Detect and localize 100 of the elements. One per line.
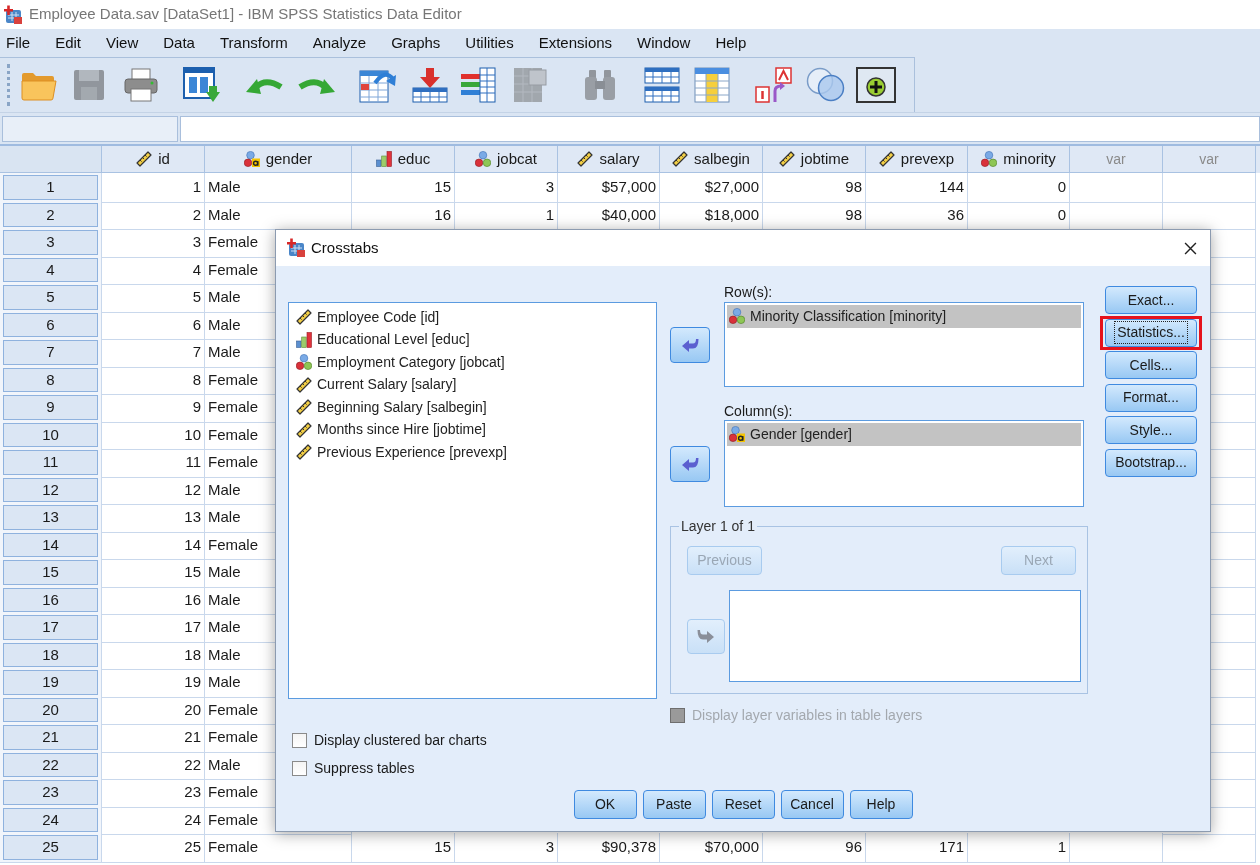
- menu-item[interactable]: Window: [631, 31, 697, 55]
- checkbox[interactable]: [292, 732, 307, 748]
- menu-item[interactable]: Extensions: [532, 31, 619, 55]
- menu-item[interactable]: View: [100, 31, 145, 55]
- dialog-button[interactable]: Statistics...: [1105, 318, 1197, 347]
- dialog-button[interactable]: Reset: [711, 790, 775, 819]
- close-icon[interactable]: [1184, 241, 1197, 255]
- cell-value-field[interactable]: [180, 115, 1260, 142]
- table-cell: Female: [205, 833, 352, 863]
- row-header[interactable]: 1: [3, 175, 98, 200]
- row-header[interactable]: 18: [3, 642, 98, 667]
- table-cell: 3: [102, 228, 205, 258]
- row-header[interactable]: 25: [3, 835, 98, 860]
- move-button[interactable]: [670, 326, 710, 363]
- dialog-button[interactable]: Cancel: [780, 790, 844, 819]
- row-header[interactable]: 7: [3, 340, 98, 365]
- menu-item[interactable]: Data: [157, 31, 201, 55]
- row-header[interactable]: 16: [3, 587, 98, 612]
- table-cell: 9: [102, 393, 205, 423]
- table-cell: 5: [102, 283, 205, 313]
- row-header[interactable]: 12: [3, 477, 98, 502]
- table-cell: 24: [102, 805, 205, 835]
- ruler-icon: [136, 151, 153, 167]
- table-cell: 18: [102, 640, 205, 670]
- menu-item[interactable]: Graphs: [385, 31, 447, 55]
- dialog-button[interactable]: Style...: [1105, 416, 1197, 445]
- table-columns-icon[interactable]: [694, 67, 730, 103]
- circles-icon: [981, 151, 998, 167]
- row-header[interactable]: 11: [3, 450, 98, 475]
- dialog-button[interactable]: Exact...: [1105, 286, 1197, 314]
- row-header[interactable]: 14: [3, 532, 98, 557]
- table-cell: $70,000: [660, 833, 763, 863]
- table-cell: 3: [455, 173, 558, 203]
- dialog-button[interactable]: Format...: [1105, 383, 1197, 412]
- table-arrow-icon[interactable]: [359, 67, 397, 103]
- table-cell: 15: [352, 173, 455, 203]
- menu-item[interactable]: File: [0, 31, 37, 55]
- row-header[interactable]: 17: [3, 615, 98, 640]
- table-cell: 3: [455, 833, 558, 863]
- row-header[interactable]: 13: [3, 505, 98, 530]
- row-header[interactable]: 9: [3, 395, 98, 420]
- table-cell: 7: [102, 338, 205, 368]
- dialog-button[interactable]: OK: [573, 790, 637, 819]
- table-rows-icon[interactable]: [644, 67, 680, 103]
- row-header[interactable]: 2: [3, 202, 98, 227]
- split-boxes-icon[interactable]: [754, 67, 794, 103]
- column-name: minority: [1003, 148, 1056, 169]
- dialog-button[interactable]: Paste: [642, 790, 706, 819]
- variable-item[interactable]: Gender [gender]: [727, 423, 1081, 446]
- group-label: Layer 1 of 1: [680, 518, 756, 534]
- row-header[interactable]: 5: [3, 285, 98, 310]
- table-cell: 13: [102, 503, 205, 533]
- row-header[interactable]: 4: [3, 257, 98, 282]
- ruler-icon: [672, 151, 689, 167]
- row-header[interactable]: 8: [3, 367, 98, 392]
- row-header[interactable]: 22: [3, 752, 98, 777]
- table-cell: Male: [205, 173, 352, 203]
- toolbar-grip[interactable]: [7, 64, 10, 106]
- row-header[interactable]: 6: [3, 312, 98, 337]
- table-cell: 6: [102, 310, 205, 340]
- checkbox-label: Display layer variables in table layers: [692, 705, 923, 725]
- table-cell: 22: [102, 750, 205, 780]
- menu-item[interactable]: Utilities: [459, 31, 520, 55]
- table-cell: 2: [102, 200, 205, 230]
- column-name: var: [1199, 149, 1219, 169]
- checkbox[interactable]: [292, 760, 307, 776]
- table-cell: 25: [102, 833, 205, 863]
- row-header[interactable]: 19: [3, 670, 98, 695]
- row-header[interactable]: 21: [3, 725, 98, 750]
- row-header[interactable]: 3: [3, 230, 98, 255]
- left-arrow-icon: [681, 456, 699, 471]
- ruler-icon: [778, 151, 795, 167]
- menu-item[interactable]: Analyze: [306, 31, 373, 55]
- row-header[interactable]: 23: [3, 780, 98, 805]
- table-cell: 12: [102, 475, 205, 505]
- row-header[interactable]: 24: [3, 807, 98, 832]
- cell-name-field[interactable]: [2, 115, 178, 142]
- dialog-button[interactable]: Bootstrap...: [1105, 448, 1197, 477]
- row-header[interactable]: 10: [3, 422, 98, 447]
- table-cell: $90,378: [558, 833, 660, 863]
- menu-item[interactable]: Transform: [213, 31, 294, 55]
- table-cell: 171: [866, 833, 968, 863]
- printer-icon[interactable]: [123, 68, 159, 102]
- overlapping-circles-icon[interactable]: [806, 67, 846, 103]
- dialog-button[interactable]: Cells...: [1105, 351, 1197, 380]
- row-header[interactable]: 15: [3, 560, 98, 585]
- move-button[interactable]: [670, 445, 710, 482]
- menu-item[interactable]: Edit: [49, 31, 88, 55]
- dialog-window-icon[interactable]: [183, 67, 221, 103]
- dialog-button[interactable]: Help: [849, 790, 913, 819]
- down-arrow-table-icon[interactable]: [412, 67, 448, 103]
- bar-chart-icon: [296, 331, 312, 348]
- menu-item[interactable]: Help: [709, 31, 753, 55]
- ruler-icon: [878, 151, 895, 167]
- row-header[interactable]: 20: [3, 697, 98, 722]
- column-name: id: [158, 148, 170, 169]
- ruler-icon: [296, 309, 312, 326]
- variable-item[interactable]: Minority Classification [minority]: [727, 305, 1081, 328]
- left-arrow-icon: [681, 337, 699, 352]
- variable-list-icon[interactable]: [460, 67, 496, 103]
